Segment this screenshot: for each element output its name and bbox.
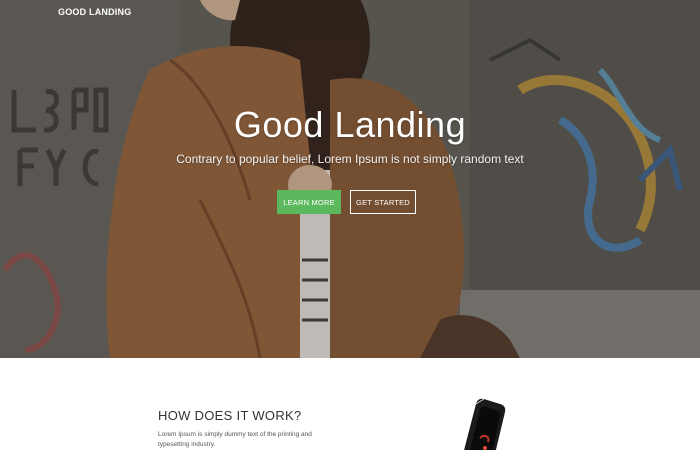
hero-overlay <box>0 0 700 358</box>
learn-more-button[interactable]: LEARN MORE <box>277 190 341 214</box>
section-description: Lorem Ipsum is simply dummy text of the … <box>158 431 312 448</box>
how-it-works-section: HOW DOES IT WORK? Lorem Ipsum is simply … <box>0 358 700 450</box>
section-title: HOW DOES IT WORK? <box>158 408 302 423</box>
hero-title: Good Landing <box>233 104 467 145</box>
smartphone-image <box>464 398 506 450</box>
hero-section: GOOD LANDING Good Landing Contrary to po… <box>0 0 700 358</box>
brand-logo[interactable]: GOOD LANDING <box>58 7 131 17</box>
get-started-button[interactable]: GET STARTED <box>350 190 416 214</box>
hero-subtitle: Contrary to popular belief, Lorem Ipsum … <box>176 152 524 166</box>
